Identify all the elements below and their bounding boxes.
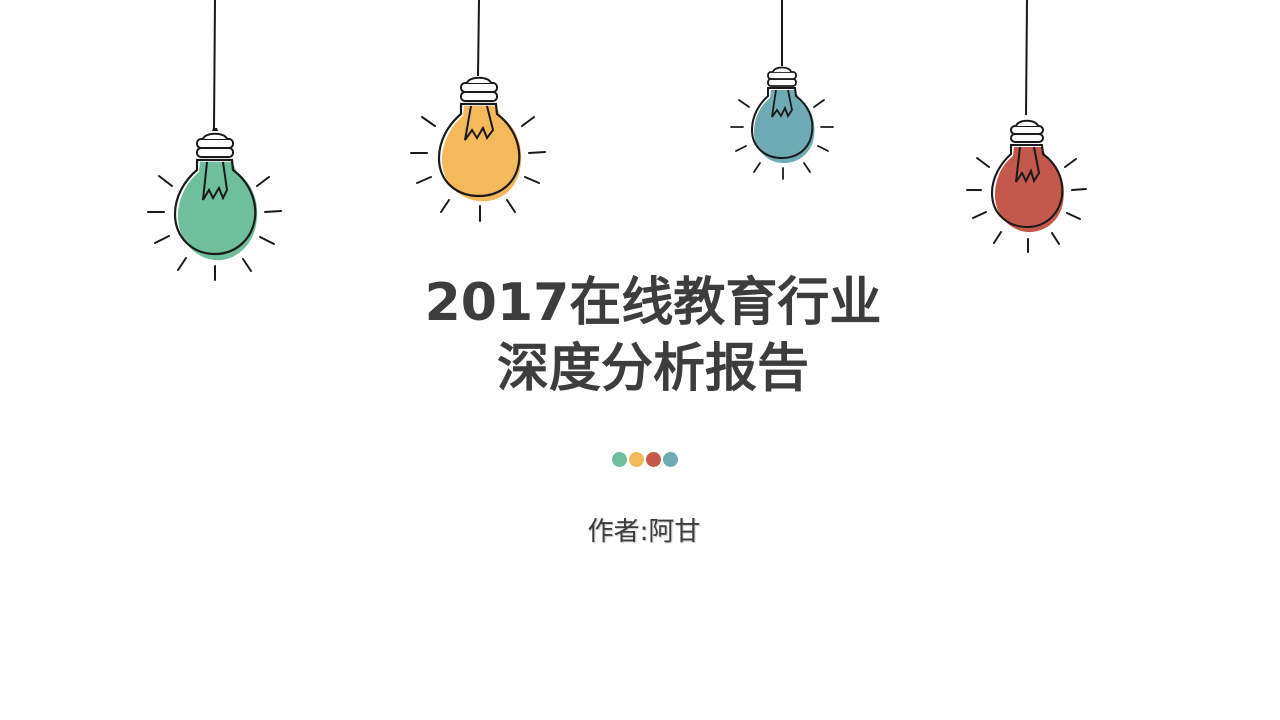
slide: 2017在线教育行业 深度分析报告 作者:阿甘 (0, 0, 1280, 720)
dot-red (646, 452, 661, 467)
author-line: 作者:阿甘 (0, 512, 1280, 552)
hanging-bulbs (147, 0, 1087, 281)
decorative-dots (612, 452, 678, 467)
title-line-2: 深度分析报告 (496, 339, 809, 399)
dot-teal (663, 452, 678, 467)
dot-yellow (629, 452, 644, 467)
teal-bulb-icon (730, 0, 834, 180)
green-bulb-icon (147, 0, 282, 281)
yellow-bulb-icon (410, 0, 546, 222)
red-bulb-icon (966, 0, 1087, 253)
title-line-1: 2017在线教育行业 (424, 273, 882, 333)
dot-green (612, 452, 627, 467)
author-text: 作者:阿甘 (587, 517, 701, 547)
